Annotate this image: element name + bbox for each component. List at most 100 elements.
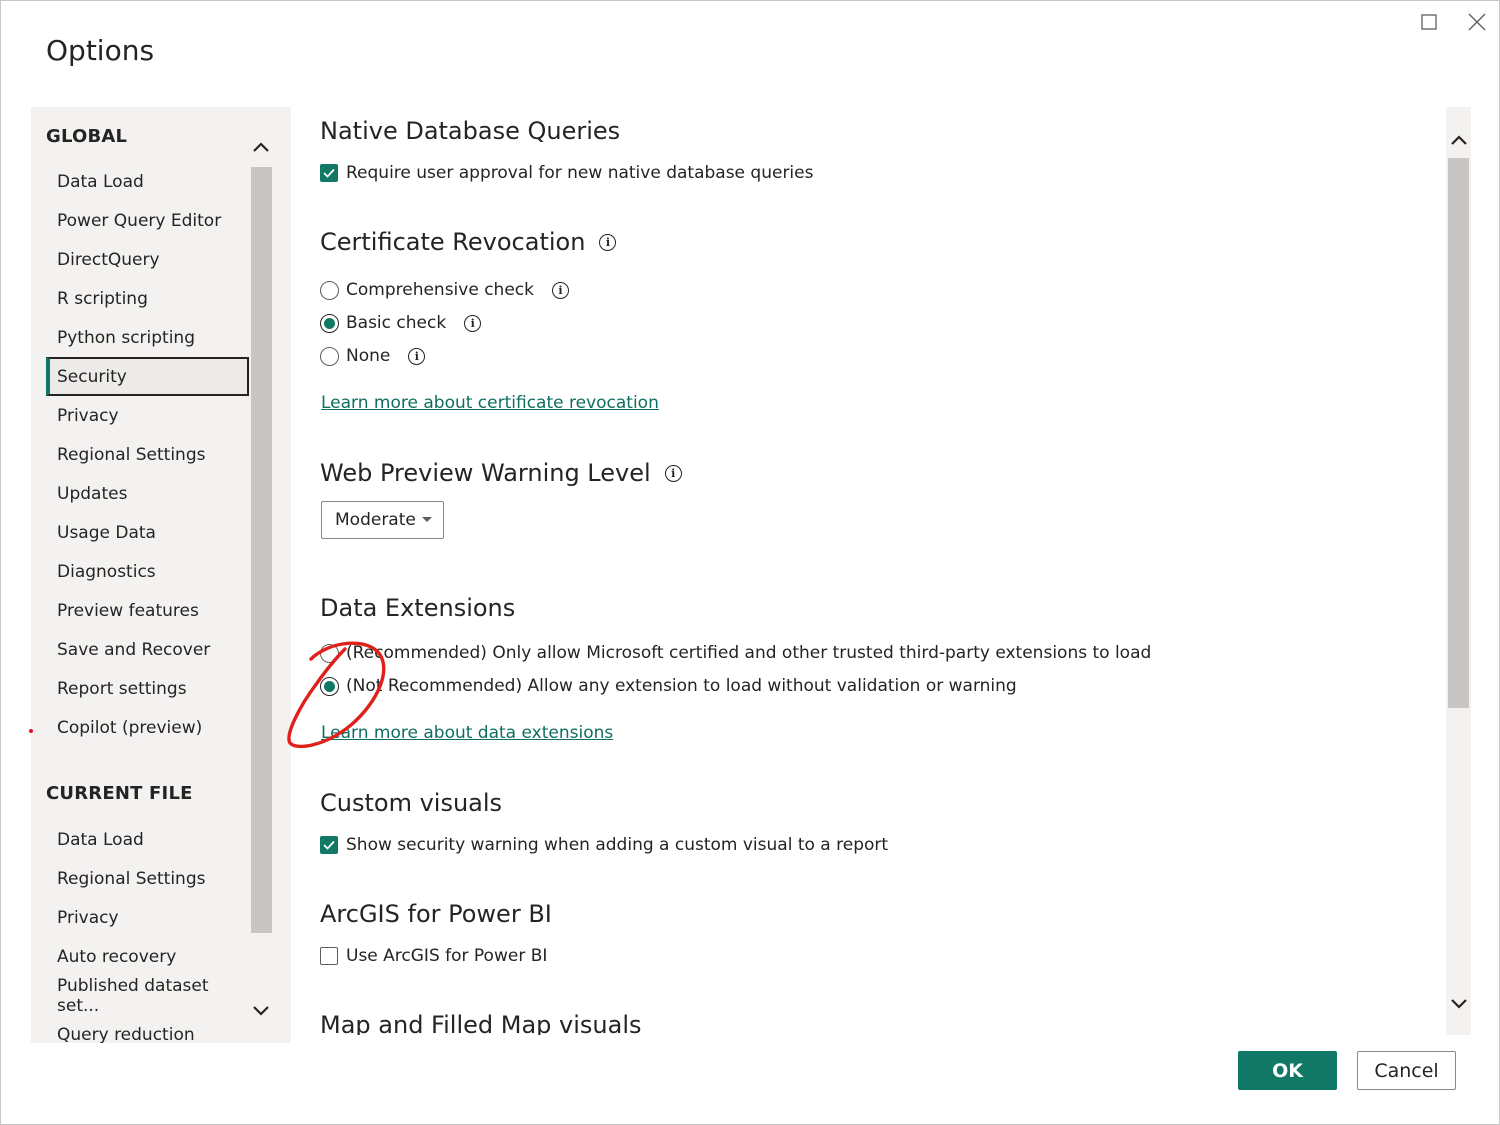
radio-selected-icon xyxy=(320,313,339,333)
radio-selected-icon xyxy=(320,676,339,696)
info-icon[interactable]: i xyxy=(551,281,569,299)
chevron-up-icon xyxy=(253,142,269,152)
options-dialog: Options GLOBAL Data Load Power Query Edit… xyxy=(0,0,1500,1125)
content-scroll-down-button[interactable] xyxy=(1446,992,1471,1016)
arcgis-checkbox[interactable]: Use ArcGIS for Power BI xyxy=(320,946,547,966)
content-scroll-up-button[interactable] xyxy=(1446,128,1471,152)
nav-item-power-query-editor[interactable]: Power Query Editor xyxy=(46,201,249,240)
caret-down-icon xyxy=(422,517,432,522)
section-title-web-preview: Web Preview Warning Level i xyxy=(320,459,682,487)
security-settings-panel: Native Database Queries Require user app… xyxy=(291,107,1446,1035)
nav-item-label: Published dataset set... xyxy=(57,975,209,1016)
nav-item-label: Query reduction xyxy=(57,1024,195,1044)
nav-item-diagnostics[interactable]: Diagnostics xyxy=(46,552,249,591)
section-title-map-visuals: Map and Filled Map visuals xyxy=(320,1011,642,1035)
checkbox-checked-icon xyxy=(320,164,338,182)
nav-item-data-load[interactable]: Data Load xyxy=(46,162,249,201)
maximize-icon xyxy=(1421,14,1437,30)
nav-item-label: Power Query Editor xyxy=(57,210,222,231)
learn-more-certificate-link[interactable]: Learn more about certificate revocation xyxy=(321,393,659,413)
nav-header-global: GLOBAL xyxy=(46,126,128,147)
nav-item-label: Regional Settings xyxy=(57,444,206,465)
radio-label: (Recommended) Only allow Microsoft certi… xyxy=(346,643,1152,663)
section-title-data-extensions: Data Extensions xyxy=(320,594,516,622)
marker-dot xyxy=(29,729,33,733)
chevron-down-icon xyxy=(253,1006,269,1016)
checkbox-label: Require user approval for new native dat… xyxy=(346,163,814,183)
section-title-native-queries: Native Database Queries xyxy=(320,117,621,145)
nav-item-security[interactable]: Security xyxy=(46,357,249,396)
info-icon[interactable]: i xyxy=(599,233,617,251)
nav-item-copilot-preview[interactable]: Copilot (preview) xyxy=(46,708,249,747)
section-title-custom-visuals: Custom visuals xyxy=(320,789,503,817)
maximize-button[interactable] xyxy=(1414,9,1444,35)
radio-not-recommended-extensions[interactable]: (Not Recommended) Allow any extension to… xyxy=(320,676,1017,696)
nav-item-label: Python scripting xyxy=(57,327,195,348)
nav-item-query-reduction[interactable]: Query reduction xyxy=(46,1015,249,1044)
close-icon xyxy=(1468,13,1486,31)
nav-item-regional-settings[interactable]: Regional Settings xyxy=(46,859,249,898)
radio-recommended-extensions[interactable]: (Recommended) Only allow Microsoft certi… xyxy=(320,643,1151,663)
nav-item-privacy[interactable]: Privacy xyxy=(46,898,249,937)
chevron-down-icon xyxy=(1450,999,1467,1009)
info-icon[interactable]: i xyxy=(408,347,426,365)
learn-more-data-extensions-link[interactable]: Learn more about data extensions xyxy=(321,723,613,743)
nav-item-preview-features[interactable]: Preview features xyxy=(46,591,249,630)
dropdown-value: Moderate xyxy=(335,510,416,530)
nav-item-label: Diagnostics xyxy=(57,561,156,582)
nav-scrollbar-thumb[interactable] xyxy=(251,167,272,933)
radio-icon xyxy=(320,346,339,366)
nav-item-label: Data Load xyxy=(57,829,144,850)
nav-item-label: Security xyxy=(57,366,127,387)
radio-icon xyxy=(320,643,339,663)
nav-item-label: Privacy xyxy=(57,907,119,928)
info-icon[interactable]: i xyxy=(664,464,682,482)
nav-header-current-file: CURRENT FILE xyxy=(46,783,193,804)
nav-item-save-and-recover[interactable]: Save and Recover xyxy=(46,630,249,669)
checkbox-unchecked-icon xyxy=(320,947,338,965)
checkbox-label: Show security warning when adding a cust… xyxy=(346,835,889,855)
close-button[interactable] xyxy=(1462,9,1492,35)
nav-item-report-settings[interactable]: Report settings xyxy=(46,669,249,708)
nav-item-python-scripting[interactable]: Python scripting xyxy=(46,318,249,357)
nav-item-r-scripting[interactable]: R scripting xyxy=(46,279,249,318)
nav-item-label: Auto recovery xyxy=(57,946,177,967)
radio-icon xyxy=(320,280,339,300)
cancel-button[interactable]: Cancel xyxy=(1357,1051,1456,1090)
nav-item-published-dataset-set[interactable]: Published dataset set... xyxy=(46,975,249,1016)
info-icon[interactable]: i xyxy=(464,314,482,332)
nav-item-regional-settings[interactable]: Regional Settings xyxy=(46,435,249,474)
radio-label: (Not Recommended) Allow any extension to… xyxy=(346,676,1017,696)
radio-basic-check[interactable]: Basic check i xyxy=(320,313,482,333)
nav-item-directquery[interactable]: DirectQuery xyxy=(46,240,249,279)
nav-item-label: Report settings xyxy=(57,678,187,699)
checkbox-checked-icon xyxy=(320,836,338,854)
section-title-arcgis: ArcGIS for Power BI xyxy=(320,900,552,928)
dialog-title: Options xyxy=(46,34,155,67)
content-scrollbar-thumb[interactable] xyxy=(1448,158,1469,708)
radio-label: Comprehensive check xyxy=(346,280,534,300)
nav-item-usage-data[interactable]: Usage Data xyxy=(46,513,249,552)
custom-visual-warning-checkbox[interactable]: Show security warning when adding a cust… xyxy=(320,835,888,855)
radio-label: Basic check xyxy=(346,313,447,333)
nav-item-updates[interactable]: Updates xyxy=(46,474,249,513)
checkbox-label: Use ArcGIS for Power BI xyxy=(346,946,548,966)
radio-none[interactable]: None i xyxy=(320,346,426,366)
nav-item-privacy[interactable]: Privacy xyxy=(46,396,249,435)
nav-item-label: R scripting xyxy=(57,288,148,309)
radio-comprehensive-check[interactable]: Comprehensive check i xyxy=(320,280,569,300)
nav-item-label: Usage Data xyxy=(57,522,156,543)
section-title-certificate-revocation: Certificate Revocation i xyxy=(320,228,617,256)
nav-scroll-up-button[interactable] xyxy=(249,135,273,159)
nav-item-auto-recovery[interactable]: Auto recovery xyxy=(46,937,249,976)
nav-scroll-down-button[interactable] xyxy=(249,999,273,1023)
web-preview-level-dropdown[interactable]: Moderate xyxy=(321,501,444,539)
nav-item-label: Preview features xyxy=(57,600,199,621)
ok-button[interactable]: OK xyxy=(1238,1051,1337,1090)
nav-item-data-load[interactable]: Data Load xyxy=(46,820,249,859)
nav-item-label: Updates xyxy=(57,483,128,504)
nav-item-label: Privacy xyxy=(57,405,119,426)
nav-item-label: Regional Settings xyxy=(57,868,206,889)
chevron-up-icon xyxy=(1450,135,1467,145)
native-queries-checkbox[interactable]: Require user approval for new native dat… xyxy=(320,163,813,183)
